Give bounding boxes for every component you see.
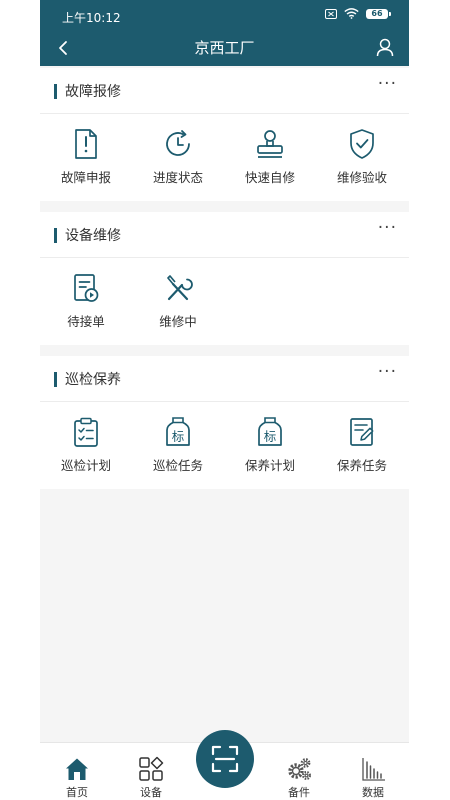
tag-char: 标 — [264, 429, 277, 444]
clock-refresh-icon — [166, 130, 190, 156]
tab-home[interactable]: 首页 — [47, 743, 107, 800]
nav-bar: 京西工厂 — [40, 32, 409, 66]
progress-status-button[interactable]: 进度状态 — [132, 114, 224, 204]
pending-orders-button[interactable]: 待接单 — [40, 258, 132, 348]
item-label: 维修中 — [159, 314, 197, 329]
bar-chart-icon — [362, 758, 385, 781]
tag-char: 标 — [172, 429, 185, 444]
item-label: 进度状态 — [152, 170, 203, 185]
wrench-screwdriver-icon — [167, 275, 193, 301]
section-fault-report: 故障报修 ··· 故障申报 进度状态 快速自修 维修验收 — [40, 68, 409, 201]
tab-label: 首页 — [66, 786, 88, 799]
item-label: 巡检任务 — [152, 458, 203, 473]
page-title: 京西工厂 — [194, 39, 255, 57]
repair-acceptance-button[interactable]: 维修验收 — [316, 114, 408, 204]
section-items: 故障申报 进度状态 快速自修 维修验收 — [40, 114, 409, 204]
inspection-plan-button[interactable]: 巡检计划 — [40, 402, 132, 492]
wifi-icon — [344, 8, 359, 19]
inspection-task-button[interactable]: 标 巡检任务 — [132, 402, 224, 492]
more-icon[interactable]: ··· — [378, 218, 397, 238]
under-repair-button[interactable]: 维修中 — [132, 258, 224, 348]
clipboard-list-icon — [74, 417, 98, 447]
more-icon[interactable]: ··· — [378, 74, 397, 94]
status-bar: 上午10:12 66 — [40, 0, 409, 32]
section-items: 巡检计划 标 巡检任务 标 保养计划 保养任务 — [40, 402, 409, 492]
apps-grid-icon — [139, 756, 164, 781]
item-label: 保养计划 — [244, 458, 295, 473]
section-items: 待接单 维修中 — [40, 258, 409, 348]
section-header: 巡检保养 ··· — [40, 356, 409, 402]
tab-parts[interactable]: 备件 — [269, 743, 329, 800]
tab-devices[interactable]: 设备 — [121, 743, 181, 800]
app-header: 上午10:12 66 京西工厂 — [40, 0, 409, 66]
shield-check-icon — [350, 129, 374, 159]
section-header: 设备维修 ··· — [40, 212, 409, 258]
tag-jar-icon: 标 — [258, 417, 282, 446]
section-accent-bar — [54, 372, 57, 387]
tab-data[interactable]: 数据 — [343, 743, 403, 800]
scan-icon — [211, 745, 239, 773]
section-title: 巡检保养 — [65, 372, 121, 388]
section-inspection-maintenance: 巡检保养 ··· 巡检计划 标 巡检任务 标 保养计划 保养任务 — [40, 356, 409, 489]
document-play-icon — [74, 274, 99, 302]
status-time: 上午10:12 — [62, 11, 121, 25]
item-label: 待接单 — [67, 314, 105, 329]
item-label: 保养任务 — [336, 458, 387, 473]
document-edit-icon — [350, 418, 374, 446]
item-label: 快速自修 — [244, 170, 295, 185]
tab-label: 数据 — [362, 786, 384, 799]
fault-declare-button[interactable]: 故障申报 — [40, 114, 132, 204]
scan-button[interactable] — [196, 730, 254, 788]
app-screen: 上午10:12 66 京西工厂 故障报修 ··· 故障申报 进度状态 快速自修 … — [40, 0, 409, 800]
tag-jar-icon: 标 — [166, 417, 190, 446]
item-label: 维修验收 — [336, 170, 387, 185]
section-equipment-repair: 设备维修 ··· 待接单 维修中 — [40, 212, 409, 345]
notification-icon — [325, 8, 337, 19]
section-header: 故障报修 ··· — [40, 68, 409, 114]
item-label: 巡检计划 — [60, 458, 111, 473]
section-accent-bar — [54, 84, 57, 99]
section-title: 设备维修 — [65, 228, 121, 244]
document-alert-icon — [75, 129, 97, 159]
tab-label: 备件 — [288, 786, 310, 799]
section-accent-bar — [54, 228, 57, 243]
user-icon[interactable] — [371, 34, 399, 62]
stamp-icon — [257, 130, 283, 158]
section-title: 故障报修 — [65, 84, 121, 100]
battery-level: 66 — [366, 8, 388, 19]
tab-label: 设备 — [140, 786, 162, 799]
more-icon[interactable]: ··· — [378, 362, 397, 382]
maintenance-plan-button[interactable]: 标 保养计划 — [224, 402, 316, 492]
maintenance-task-button[interactable]: 保养任务 — [316, 402, 408, 492]
status-icons: 66 — [325, 8, 391, 19]
home-icon — [66, 758, 88, 780]
gears-icon — [288, 758, 312, 781]
quick-self-repair-button[interactable]: 快速自修 — [224, 114, 316, 204]
item-label: 故障申报 — [60, 170, 111, 185]
battery-icon: 66 — [366, 8, 391, 19]
